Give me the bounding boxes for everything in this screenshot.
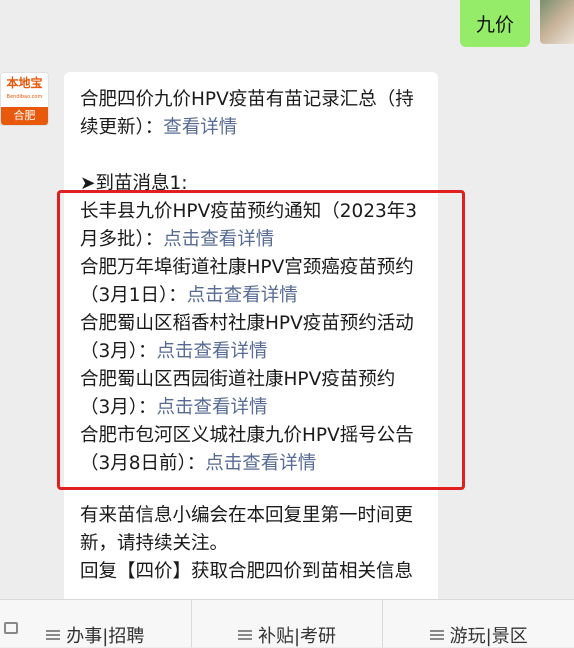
avatar-city: 合肥: [1, 107, 48, 125]
intro-link[interactable]: 查看详情: [163, 117, 237, 138]
list-item: 合肥蜀山区稻香村社康HPV疫苗预约活动（3月）：点击查看详情: [80, 310, 422, 366]
menu-item-travel[interactable]: 游玩|景区: [383, 600, 574, 647]
list-item: 合肥万年埠街道社康HPV宫颈癌疫苗预约（3月1日）：点击查看详情: [80, 254, 422, 310]
menu-icon: [237, 629, 252, 641]
list-item: 长丰县九价HPV疫苗预约通知（2023年3月多批）：点击查看详情: [80, 198, 422, 254]
avatar-logo: 本地宝 Bendibao.com: [1, 73, 48, 107]
list-item: 合肥市包河区义城社康九价HPV摇号公告（3月8日前）：点击查看详情: [80, 422, 422, 478]
bot-message-bubble: 合肥四价九价HPV疫苗有苗记录汇总（持续更新）：查看详情 ➤到苗消息1: 长丰县…: [64, 72, 438, 612]
item-link[interactable]: 点击查看详情: [205, 453, 316, 474]
menu-item-services[interactable]: 办事|招聘: [0, 600, 192, 647]
menu-item-label: 补贴|考研: [257, 625, 337, 647]
avatar-brand: 本地宝: [6, 76, 43, 90]
bottom-menu: 办事|招聘 补贴|考研 游玩|景区: [0, 599, 574, 647]
keyboard-icon[interactable]: [4, 622, 18, 634]
user-message-text: 九价: [475, 14, 514, 36]
menu-item-label: 游玩|景区: [449, 625, 528, 647]
intro-paragraph: 合肥四价九价HPV疫苗有苗记录汇总（持续更新）：查看详情: [80, 86, 422, 142]
user-avatar[interactable]: [540, 0, 574, 44]
menu-item-subsidy[interactable]: 补贴|考研: [192, 600, 384, 647]
footer-text-1: 有来苗信息小编会在本回复里第一时间更新，请持续关注。: [80, 505, 414, 554]
intro-text: 合肥四价九价HPV疫苗有苗记录汇总（持续更新）：: [80, 89, 414, 138]
user-message-bubble: 九价: [459, 0, 530, 47]
menu-icon: [46, 629, 61, 641]
item-link[interactable]: 点击查看详情: [163, 229, 274, 250]
menu-item-label: 办事|招聘: [66, 625, 145, 647]
bot-avatar[interactable]: 本地宝 Bendibao.com 合肥: [0, 72, 49, 126]
menu-icon: [429, 629, 444, 641]
section-title: ➤到苗消息1:: [80, 173, 188, 194]
footer-text-2: 回复【四价】获取合肥四价到苗相关信息: [80, 561, 414, 582]
list-item: 合肥蜀山区西园街道社康HPV疫苗预约（3月）：点击查看详情: [80, 366, 422, 422]
item-link[interactable]: 点击查看详情: [157, 397, 268, 418]
item-link[interactable]: 点击查看详情: [157, 341, 268, 362]
avatar-brand-small: Bendibao.com: [6, 94, 43, 100]
item-link[interactable]: 点击查看详情: [187, 285, 298, 306]
